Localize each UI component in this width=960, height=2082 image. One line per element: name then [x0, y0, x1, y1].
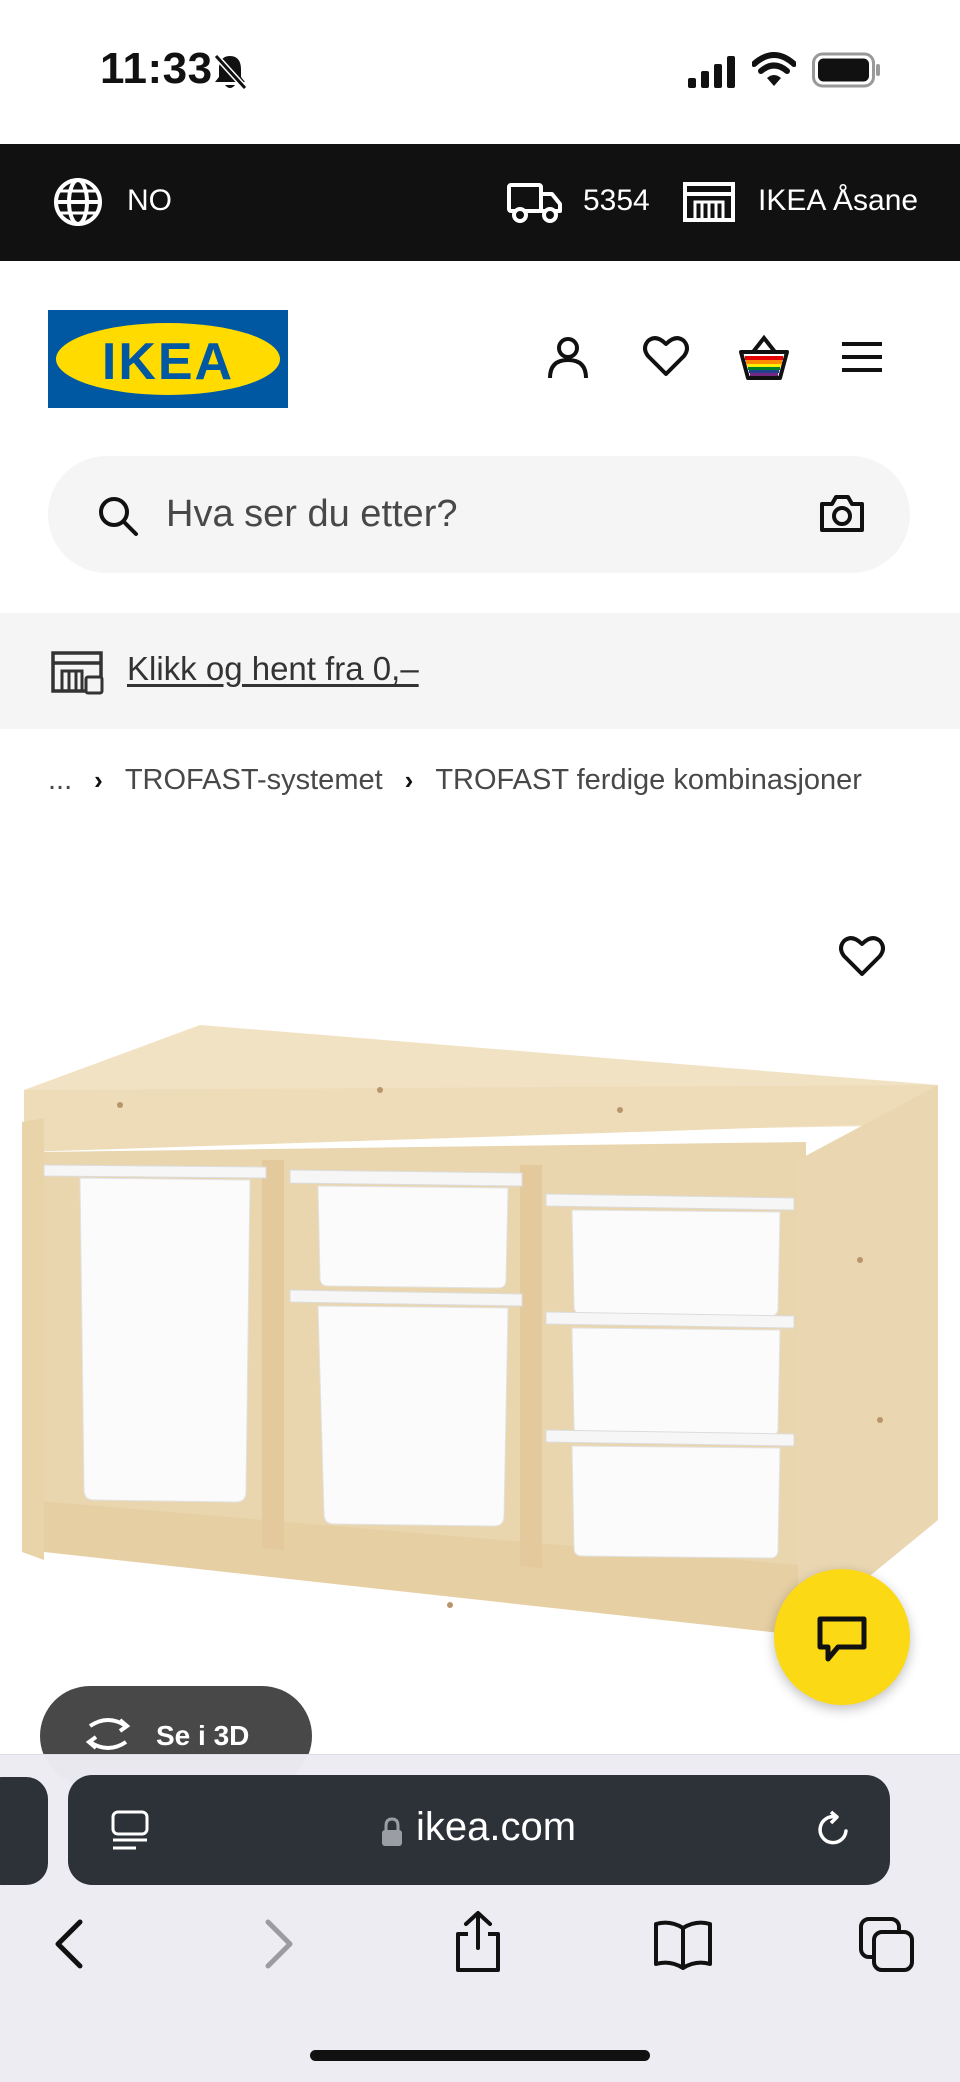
page-menu-icon[interactable] — [110, 1809, 150, 1856]
search-input[interactable] — [166, 490, 766, 538]
account-icon[interactable] — [544, 334, 592, 387]
previous-tab-preview[interactable] — [0, 1777, 48, 1885]
store-pickup-icon — [50, 649, 106, 702]
cellular-signal-icon — [688, 56, 736, 93]
url-bar[interactable]: ikea.com — [68, 1775, 890, 1885]
logo-wordmark: IKEA — [101, 333, 235, 391]
home-indicator — [310, 2050, 650, 2061]
status-time: 11:33 — [100, 44, 213, 93]
rotate-3d-icon — [80, 1716, 136, 1757]
store-label[interactable]: IKEA Åsane — [758, 184, 918, 218]
bookmarks-book-icon[interactable] — [652, 1918, 714, 1975]
mute-bell-icon — [212, 52, 248, 97]
breadcrumb-ellipsis[interactable]: ... — [48, 764, 72, 797]
share-icon[interactable] — [452, 1910, 504, 1979]
click-and-collect-banner: Klikk og hent fra 0,– — [0, 613, 960, 729]
breadcrumb-item-trofast-system[interactable]: TROFAST-systemet — [125, 764, 383, 797]
postcode-label[interactable]: 5354 — [583, 184, 650, 218]
hamburger-menu-icon[interactable] — [840, 338, 884, 381]
status-bar: 11:33 — [0, 0, 960, 144]
ikea-logo[interactable]: IKEA — [48, 310, 288, 408]
basket-icon[interactable] — [738, 334, 790, 387]
url-text[interactable]: ikea.com — [416, 1805, 576, 1850]
heart-icon[interactable] — [642, 334, 690, 383]
chat-bubble-icon — [814, 1613, 870, 1670]
click-and-collect-link[interactable]: Klikk og hent fra 0,– — [127, 650, 419, 688]
chevron-right-icon: › — [404, 765, 414, 795]
view-in-3d-label: Se i 3D — [156, 1720, 250, 1751]
tabs-overview-icon[interactable] — [858, 1916, 916, 1979]
chat-button[interactable] — [774, 1569, 910, 1705]
store-icon[interactable] — [682, 180, 736, 229]
globe-icon[interactable] — [52, 176, 104, 233]
search-bar[interactable] — [48, 456, 910, 573]
back-arrow-icon[interactable] — [52, 1918, 88, 1975]
wifi-icon — [751, 52, 797, 93]
chevron-right-icon: › — [94, 765, 103, 795]
product-heart-icon[interactable] — [838, 934, 886, 983]
breadcrumb: ... › TROFAST-systemet › TROFAST ferdige… — [48, 764, 862, 797]
lock-icon — [380, 1817, 404, 1852]
battery-icon — [812, 52, 882, 93]
breadcrumb-item-trofast-combinations[interactable]: TROFAST ferdige kombinasjoner — [435, 764, 862, 797]
forward-arrow-icon[interactable] — [260, 1918, 296, 1975]
search-icon — [96, 494, 140, 543]
reload-icon[interactable] — [814, 1809, 854, 1856]
region-label[interactable]: NO — [127, 184, 172, 218]
delivery-truck-icon[interactable] — [506, 180, 564, 229]
top-utility-bar: NO 5354 IKEA Åsane — [0, 144, 960, 261]
camera-icon[interactable] — [818, 492, 866, 539]
